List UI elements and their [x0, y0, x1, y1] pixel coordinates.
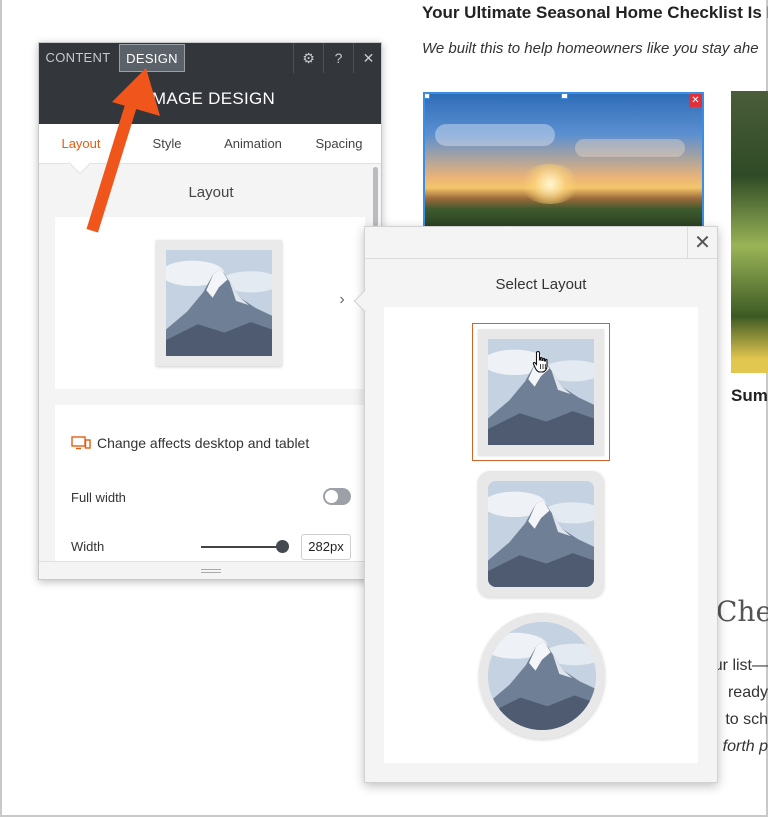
mountain-image: [488, 622, 596, 730]
delete-image-icon[interactable]: ✕: [689, 94, 702, 107]
current-layout-card[interactable]: ›: [55, 217, 365, 389]
chevron-right-icon[interactable]: ›: [331, 289, 353, 311]
square-frame-preview: [478, 329, 604, 455]
full-width-toggle[interactable]: [323, 488, 351, 505]
subtab-animation[interactable]: Animation: [215, 124, 291, 164]
desktop-tablet-icon: [71, 436, 91, 453]
subtab-spacing[interactable]: Spacing: [303, 124, 375, 164]
close-icon[interactable]: ✕: [353, 43, 381, 73]
resize-handle[interactable]: [425, 94, 430, 99]
mountain-image: [166, 250, 272, 356]
layout-option-rounded[interactable]: [478, 471, 604, 597]
resize-handle[interactable]: [561, 94, 568, 99]
popup-title: Select Layout: [495, 276, 587, 293]
select-layout-popup: ✕ Select Layout: [364, 226, 718, 783]
toggle-knob: [325, 490, 338, 503]
layout-settings-card: Change affects desktop and tablet Full w…: [55, 405, 365, 579]
cloud: [575, 139, 685, 157]
annotation-arrow: [86, 68, 160, 233]
close-icon[interactable]: ✕: [687, 227, 717, 259]
mountain-image: [488, 481, 594, 587]
section-heading: Che: [716, 595, 768, 628]
layout-option-square[interactable]: [472, 323, 610, 461]
width-input[interactable]: 282px: [301, 534, 351, 560]
device-notice: Change affects desktop and tablet: [71, 435, 309, 453]
device-notice-text: Change affects desktop and tablet: [97, 435, 310, 451]
sun: [520, 164, 580, 204]
popup-top-bar: ✕: [365, 227, 717, 259]
image-caption: Sum: [731, 386, 768, 405]
help-icon[interactable]: ?: [323, 43, 353, 73]
article-title: Your Ultimate Seasonal Home Checklist Is…: [422, 3, 768, 22]
width-slider-handle[interactable]: [276, 540, 289, 553]
forest-image[interactable]: [731, 91, 768, 373]
selected-image[interactable]: ✕: [423, 92, 704, 230]
panel-resize-grip[interactable]: [39, 561, 381, 579]
cloud: [435, 124, 555, 146]
width-slider-track[interactable]: [201, 546, 285, 548]
width-label: Width: [71, 539, 105, 554]
page-border: [0, 0, 2, 817]
grip-icon: [201, 569, 221, 573]
settings-gear-icon[interactable]: ⚙: [293, 43, 323, 73]
hand-cursor-icon: [532, 350, 548, 373]
layout-options: [384, 307, 698, 763]
article-subtitle: We built this to help homeowners like yo…: [422, 40, 759, 57]
full-width-label: Full width: [71, 490, 126, 505]
layout-option-circle[interactable]: [479, 613, 605, 739]
current-layout-preview: [156, 240, 282, 366]
